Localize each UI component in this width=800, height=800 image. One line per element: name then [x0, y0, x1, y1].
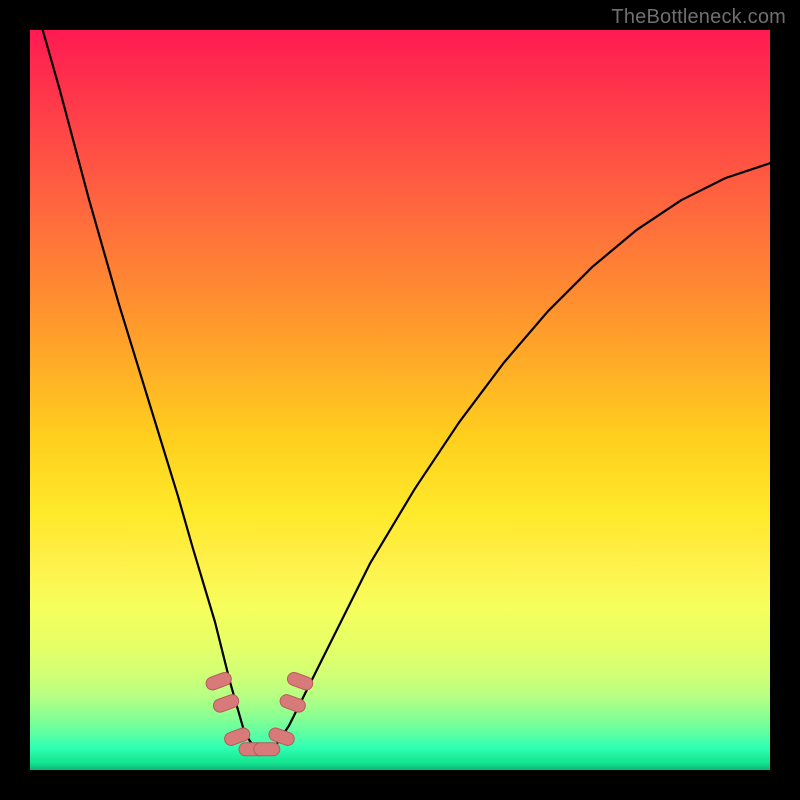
bottleneck-curve [30, 30, 770, 755]
curve-marker [254, 743, 280, 756]
curve-svg [30, 30, 770, 770]
watermark-text: TheBottleneck.com [611, 6, 786, 29]
curve-markers [204, 671, 314, 756]
plot-area [30, 30, 770, 770]
chart-frame: TheBottleneck.com [0, 0, 800, 800]
curve-marker [204, 671, 233, 692]
curve-marker [286, 671, 315, 692]
curve-marker [212, 693, 241, 714]
